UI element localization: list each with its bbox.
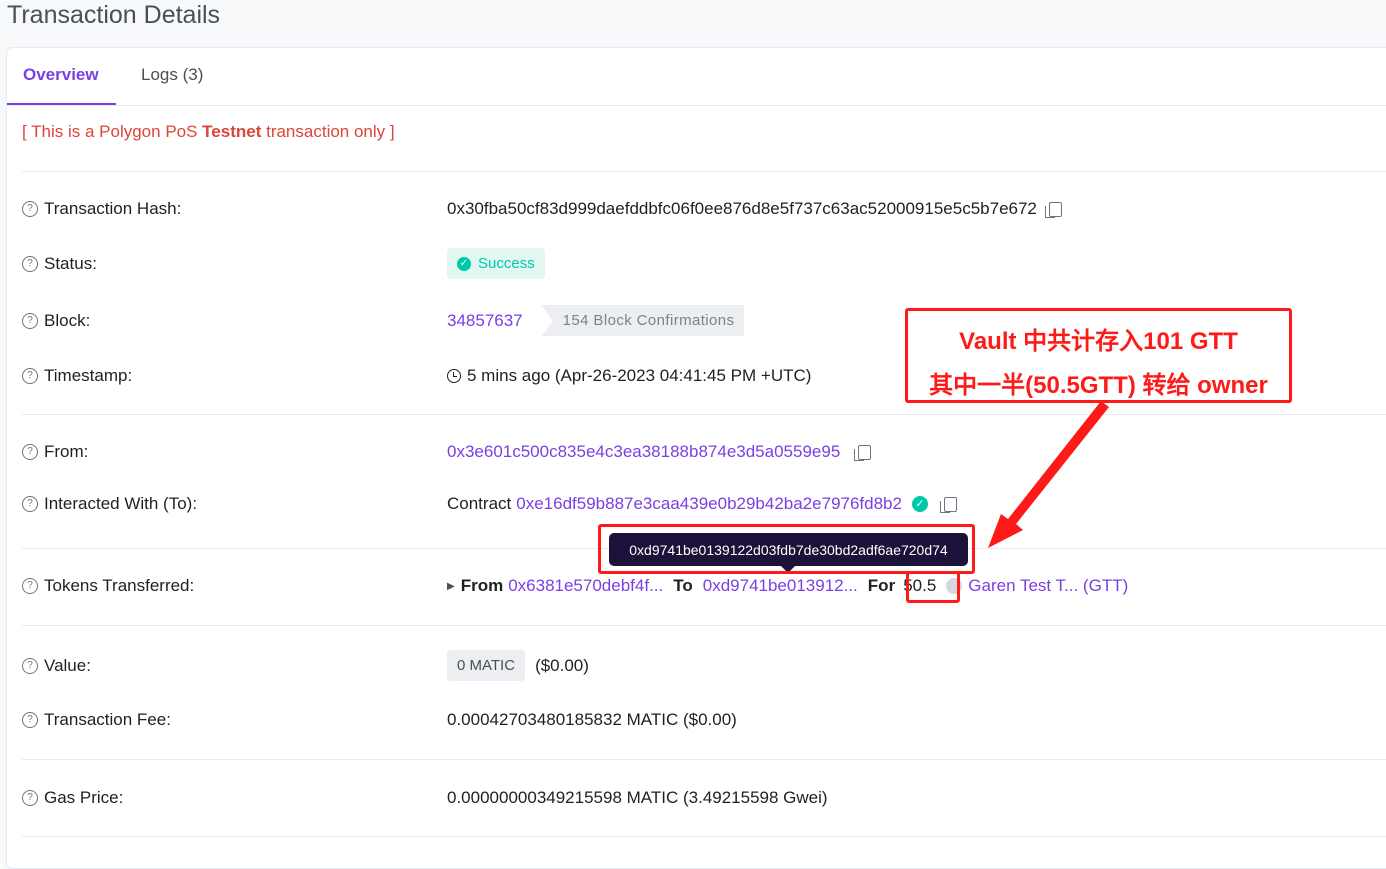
notice-bold: Testnet (202, 122, 262, 141)
divider (22, 625, 1386, 626)
divider (22, 171, 1386, 172)
block-label-row: ? Block: (22, 311, 90, 331)
hash-value-row: 0x30fba50cf83d999daefddbfc06f0ee876d8e5f… (447, 199, 1062, 219)
token-from-link[interactable]: 0x6381e570debf4f... (508, 576, 663, 596)
to-label-row: ? Interacted With (To): (22, 494, 197, 514)
annotation-line-1: Vault 中共计存入101 GTT (959, 328, 1238, 355)
timestamp-label-row: ? Timestamp: (22, 366, 132, 386)
contract-prefix: Contract (447, 494, 512, 513)
confirmations-badge: 154 Block Confirmations (540, 305, 745, 337)
tab-overview[interactable]: Overview (23, 65, 99, 85)
help-icon[interactable]: ? (22, 790, 38, 806)
copy-icon[interactable] (854, 444, 872, 461)
token-for-label: For (867, 576, 896, 595)
help-icon[interactable]: ? (22, 256, 38, 272)
notice-prefix: [ This is a Polygon PoS (22, 122, 203, 141)
gas-value: 0.00000000349215598 MATIC (3.49215598 Gw… (447, 788, 828, 807)
token-from-label: From (460, 576, 504, 595)
annotation-amount-box (906, 571, 960, 603)
timestamp-label: Timestamp: (44, 366, 133, 385)
from-value-row: 0x3e601c500c835e4c3ea38188b874e3d5a0559e… (447, 442, 872, 462)
copy-icon[interactable] (939, 496, 957, 513)
verified-check-icon: ✓ (911, 496, 928, 512)
value-label-row: ? Value: (22, 656, 91, 676)
gas-label: Gas Price: (44, 788, 124, 807)
contract-address-link[interactable]: 0xe16df59b887e3caa439e0b29b42ba2e7976fd8… (516, 494, 902, 514)
token-name-link[interactable]: Garen Test T... (GTT) (968, 576, 1128, 596)
testnet-notice: [ This is a Polygon PoS Testnet transact… (22, 122, 395, 142)
value-usd: ($0.00) (535, 655, 589, 675)
caret-right-icon[interactable]: ▶ (447, 581, 455, 592)
hash-label-row: ? Transaction Hash: (22, 199, 181, 219)
block-number-link[interactable]: 34857637 (447, 311, 523, 331)
help-icon[interactable]: ? (22, 658, 38, 674)
notice-suffix: transaction only ] (261, 122, 395, 141)
status-badge: ✓ Success (447, 248, 545, 279)
help-icon[interactable]: ? (22, 201, 38, 217)
status-label: Status: (44, 254, 97, 273)
status-value-row: ✓ Success (447, 248, 545, 279)
token-to-link[interactable]: 0xd9741be013912... (703, 576, 858, 596)
fee-value: 0.00042703480185832 MATIC ($0.00) (447, 710, 737, 729)
value-label: Value: (44, 656, 91, 675)
divider (22, 759, 1386, 760)
help-icon[interactable]: ? (22, 496, 38, 512)
fee-label: Transaction Fee: (44, 710, 171, 729)
status-text: Success (478, 255, 535, 272)
from-label: From: (44, 442, 89, 461)
hash-label: Transaction Hash: (44, 199, 182, 218)
status-label-row: ? Status: (22, 254, 97, 274)
timestamp-value-row: 5 mins ago (Apr-26-2023 04:41:45 PM +UTC… (447, 366, 811, 386)
annotation-callout: Vault 中共计存入101 GTT 其中一半(50.5GTT) 转给 owne… (905, 308, 1292, 403)
tokens-label: Tokens Transferred: (44, 576, 195, 595)
check-icon: ✓ (457, 256, 471, 271)
matic-value-badge: 0 MATIC (447, 650, 526, 681)
fee-label-row: ? Transaction Fee: (22, 710, 171, 730)
help-icon[interactable]: ? (22, 712, 38, 728)
page-title: Transaction Details (7, 1, 221, 29)
token-to-label: To (673, 576, 693, 595)
transaction-hash: 0x30fba50cf83d999daefddbfc06f0ee876d8e5f… (447, 199, 1037, 218)
block-value-row: 34857637 154 Block Confirmations (447, 305, 745, 337)
help-icon[interactable]: ? (22, 578, 38, 594)
gas-label-row: ? Gas Price: (22, 788, 123, 808)
block-label: Block: (44, 311, 91, 330)
timestamp-value: 5 mins ago (Apr-26-2023 04:41:45 PM +UTC… (467, 366, 812, 385)
active-tab-indicator (7, 103, 116, 105)
from-label-row: ? From: (22, 442, 88, 462)
gas-value-row: 0.00000000349215598 MATIC (3.49215598 Gw… (447, 788, 828, 808)
copy-icon[interactable] (1044, 201, 1062, 218)
tab-bar: Overview Logs (3) (7, 48, 1386, 106)
to-label: Interacted With (To): (44, 494, 198, 513)
divider (22, 836, 1386, 837)
clock-icon (447, 369, 461, 383)
help-icon[interactable]: ? (22, 313, 38, 329)
to-value-row: Contract 0xe16df59b887e3caa439e0b29b42ba… (447, 494, 957, 514)
tokens-value-row: ▶ From 0x6381e570debf4f... To 0xd9741be0… (447, 576, 1128, 596)
help-icon[interactable]: ? (22, 444, 38, 460)
value-value-row: 0 MATIC ($0.00) (447, 650, 589, 681)
annotation-tooltip-box (598, 524, 975, 574)
from-address-link[interactable]: 0x3e601c500c835e4c3ea38188b874e3d5a0559e… (447, 442, 840, 462)
tab-logs[interactable]: Logs (3) (141, 65, 203, 85)
help-icon[interactable]: ? (22, 368, 38, 384)
divider (22, 414, 1386, 415)
tokens-label-row: ? Tokens Transferred: (22, 576, 194, 596)
annotation-line-2: 其中一半(50.5GTT) 转给 owner (929, 372, 1268, 399)
fee-value-row: 0.00042703480185832 MATIC ($0.00) (447, 710, 737, 730)
